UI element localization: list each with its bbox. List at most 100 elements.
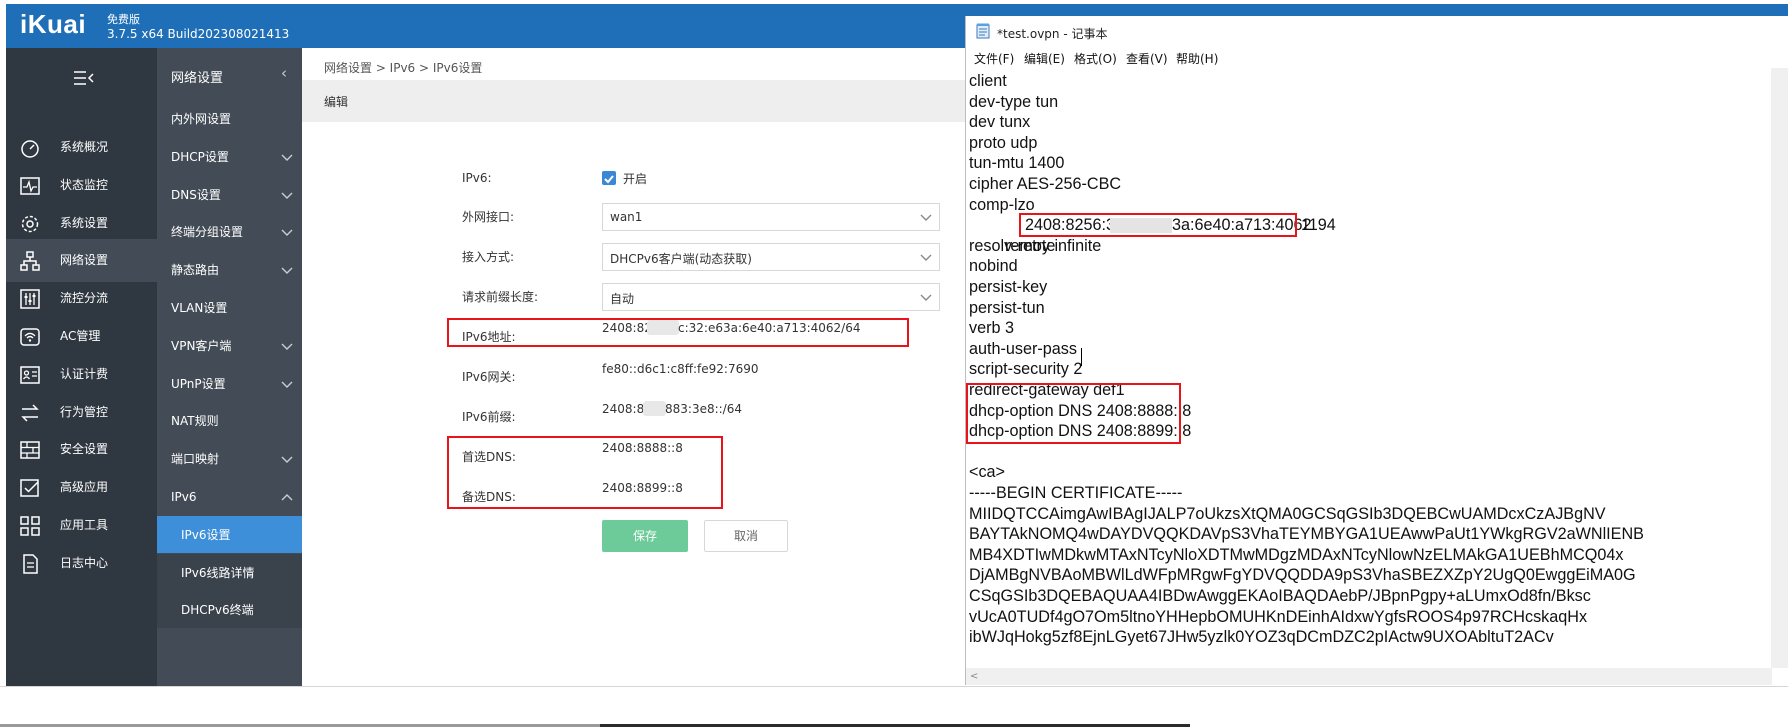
sidebar-item[interactable]: AC管理: [6, 315, 157, 358]
sidebar-item-label: 行为管控: [60, 404, 109, 419]
ipv6-prefix-label: IPv6前缀:: [462, 410, 516, 424]
sidebar-item-label: 认证计费: [60, 366, 109, 381]
notepad-titlebar[interactable]: *test.ovpn - 记事本: [966, 16, 1788, 46]
wan-interface-select[interactable]: wan1: [602, 203, 940, 231]
notepad-icon: [976, 23, 990, 39]
text-line: dev-type tun: [969, 92, 1059, 111]
sub-nav-item-label: VPN客户端: [171, 338, 232, 353]
menu-help[interactable]: 帮助(H): [1176, 50, 1218, 67]
text-line: DjAMBgNVBAoMBWlLdWFpMRgwFgYDVQQDDA9pS3Vh…: [969, 566, 1636, 585]
menu-edit[interactable]: 编辑(E): [1024, 50, 1065, 67]
sub-nav-item[interactable]: DHCP设置: [157, 138, 302, 175]
sub-nav-item-label: DHCP设置: [171, 149, 229, 164]
ipv6-gateway-value: fe80::d6c1:c8ff:fe92:7690: [602, 362, 759, 376]
sliders-icon: [19, 288, 41, 310]
bottom-divider: [0, 686, 1788, 687]
menu-format[interactable]: 格式(O): [1074, 50, 1117, 67]
gear-icon: [19, 213, 41, 235]
ipv6-prefix-end: 883:3e8::/64: [665, 402, 742, 416]
sidebar-item-label: 安全设置: [60, 442, 109, 457]
sidebar-item[interactable]: 流控分流: [6, 277, 157, 320]
horizontal-scrollbar[interactable]: <: [966, 668, 1772, 685]
sub-nav-item-label: IPv6设置: [181, 527, 231, 542]
sub-nav-item[interactable]: IPv6: [157, 478, 302, 515]
sub-nav-item-label: IPv6线路详情: [181, 565, 255, 580]
text-line: proto udp: [969, 133, 1038, 152]
sub-nav-item[interactable]: 终端分组设置: [157, 213, 302, 250]
sidebar-item[interactable]: 日志中心: [6, 542, 157, 585]
sub-nav-item[interactable]: UPnP设置: [157, 365, 302, 402]
firewall-grid-icon: [19, 439, 41, 461]
sidebar-item-label: AC管理: [60, 329, 101, 343]
secondary-sidebar-title: 网络设置: [171, 71, 224, 86]
sidebar-item[interactable]: 行为管控: [6, 391, 157, 434]
text-line: dev tunx: [969, 113, 1031, 132]
highlight-box-dns: [447, 436, 723, 509]
sub-nav-item[interactable]: IPv6线路详情: [157, 553, 302, 591]
sidebar-item-label: 应用工具: [60, 518, 109, 532]
notepad-window: *test.ovpn - 记事本 文件(F) 编辑(E) 格式(O) 查看(V)…: [965, 16, 1788, 685]
sub-nav-item[interactable]: 端口映射: [157, 440, 302, 477]
sub-nav-item[interactable]: VLAN设置: [157, 289, 302, 326]
highlight-box-ipv6-address: [447, 318, 909, 347]
sidebar-item[interactable]: 网络设置: [6, 239, 157, 283]
sub-nav-item[interactable]: NAT规则: [157, 402, 302, 439]
sidebar-item[interactable]: 系统概况: [6, 126, 157, 169]
sub-nav-item[interactable]: IPv6设置: [157, 515, 302, 553]
redacted-blur: [643, 401, 666, 416]
sidebar-item-label: 系统概况: [60, 140, 109, 154]
menu-view[interactable]: 查看(V): [1126, 50, 1168, 67]
ipv6-enable-label: 开启: [623, 172, 648, 186]
chevron-down-icon: [920, 254, 932, 261]
pulse-monitor-icon: [19, 175, 41, 197]
text-line: -----BEGIN CERTIFICATE-----: [969, 484, 1183, 502]
highlight-box-remote: [1019, 213, 1297, 237]
wan-interface-label: 外网接口:: [462, 210, 515, 224]
chevron-down-icon: [281, 229, 293, 237]
sidebar-item-label: 系统设置: [60, 215, 109, 230]
highlight-box-dhcp-options: [966, 383, 1181, 444]
sidebar-item-label: 网络设置: [60, 253, 109, 268]
menu-file[interactable]: 文件(F): [974, 50, 1014, 67]
edit-title: 编辑: [324, 95, 349, 109]
id-card-icon: [19, 364, 41, 386]
chevron-down-icon: [920, 294, 932, 301]
secondary-sidebar-header[interactable]: 网络设置 ‹: [157, 48, 302, 100]
sidebar-item[interactable]: 安全设置: [6, 428, 157, 471]
vertical-scrollbar[interactable]: [1771, 68, 1788, 668]
text-line: persist-tun: [969, 298, 1045, 317]
sidebar-item[interactable]: 认证计费: [6, 353, 157, 396]
sidebar-item-label: 状态监控: [60, 177, 109, 192]
sidebar-item[interactable]: 系统设置: [6, 202, 157, 245]
chevron-left-icon[interactable]: ‹: [281, 64, 287, 82]
prefix-length-select[interactable]: 自动: [602, 283, 940, 311]
sidebar-item[interactable]: 高级应用: [6, 466, 157, 509]
sub-nav-item-label: 静态路由: [171, 263, 220, 278]
remote-keyword: remote: [1004, 237, 1056, 255]
sidebar-item[interactable]: 状态监控: [6, 164, 157, 207]
text-line: MIIDQTCCAimgAwIBAgIJALP7oUkzsXtQMA0GCSqG…: [969, 504, 1606, 523]
sub-nav-item[interactable]: DNS设置: [157, 176, 302, 213]
text-line: tun-mtu 1400: [969, 154, 1065, 173]
notepad-menubar: 文件(F) 编辑(E) 格式(O) 查看(V) 帮助(H): [966, 46, 1788, 68]
build-version: 3.7.5 x64 Build202308021413: [107, 27, 290, 41]
sub-nav-item-label: DNS设置: [171, 187, 221, 202]
screenshot-stage: iKuai 免费版 3.7.5 x64 Build202308021413 系统…: [0, 0, 1788, 727]
ipv6-enable-checkbox[interactable]: [602, 171, 616, 185]
sub-nav-item[interactable]: 内外网设置: [157, 100, 302, 137]
access-mode-label: 接入方式:: [462, 250, 515, 264]
wan-interface-value: wan1: [610, 210, 643, 224]
collapse-menu-icon[interactable]: [71, 68, 99, 88]
sub-nav-item[interactable]: DHCPv6终端: [157, 591, 302, 629]
sub-nav-item[interactable]: 静态路由: [157, 251, 302, 288]
cancel-button[interactable]: 取消: [704, 520, 788, 552]
save-button[interactable]: 保存: [602, 520, 688, 552]
sidebar-item-label: 高级应用: [60, 480, 109, 495]
scroll-left-icon[interactable]: <: [970, 668, 978, 685]
sidebar-item[interactable]: 应用工具: [6, 504, 157, 547]
access-mode-select[interactable]: DHCPv6客户端(动态获取): [602, 243, 940, 271]
text-line: client: [969, 72, 1007, 90]
notepad-text-area[interactable]: client dev-type tun dev tunx proto udp tun-m…: [966, 68, 1769, 668]
chevron-down-icon: [281, 192, 293, 199]
sub-nav-item[interactable]: VPN客户端: [157, 327, 302, 364]
